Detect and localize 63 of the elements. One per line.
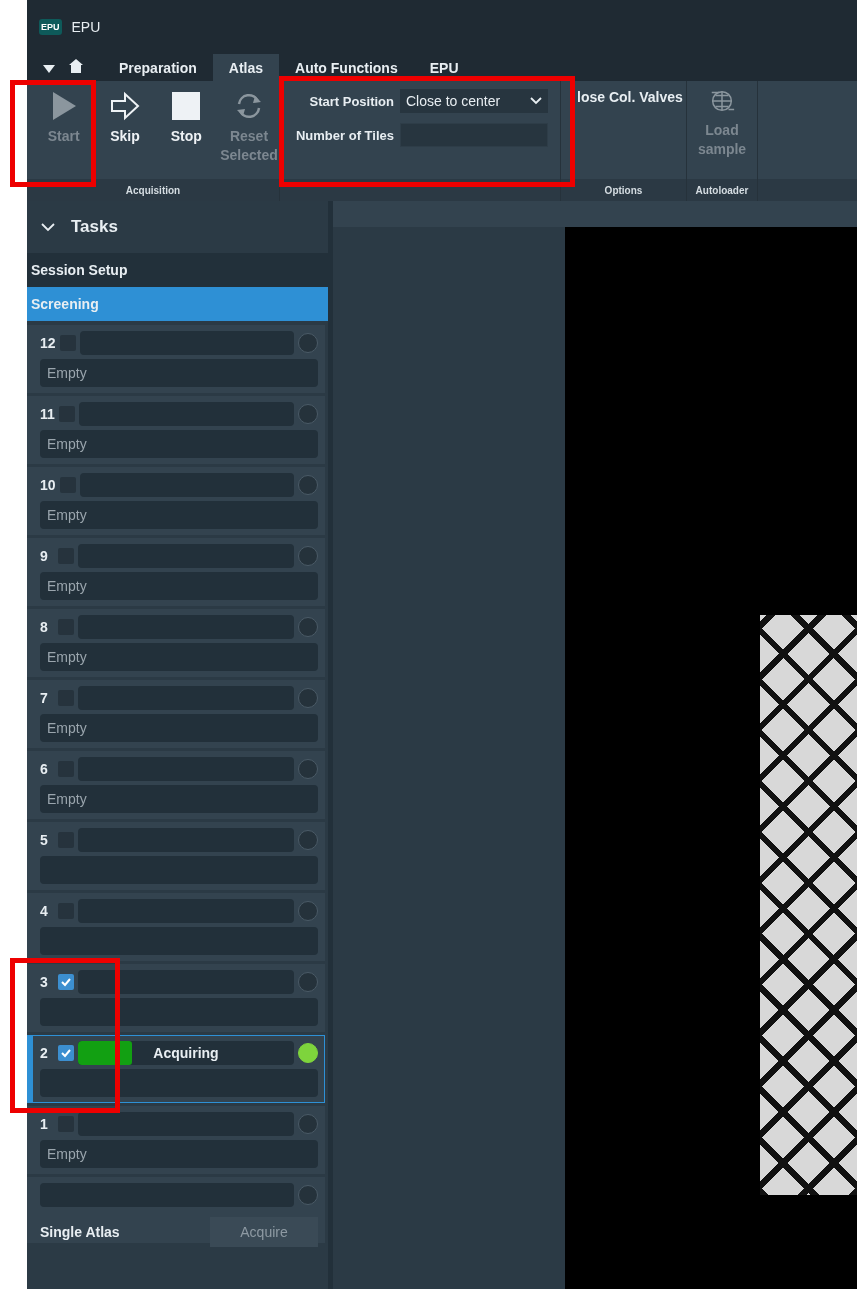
slot-name-field[interactable]: Empty [40, 430, 318, 458]
slot-name-field[interactable]: Empty [40, 572, 318, 600]
slot-checkbox[interactable] [58, 974, 74, 990]
grid-slot-card[interactable]: 1 Empty [27, 1106, 325, 1174]
slot-name-field[interactable]: Empty [40, 714, 318, 742]
slot-checkbox[interactable] [58, 1045, 74, 1061]
chevron-down-icon [41, 222, 55, 232]
grid-slot-card[interactable]: 7 Empty [27, 680, 325, 748]
slot-name-field[interactable] [40, 1069, 318, 1097]
field-label: Number of Tiles [296, 127, 394, 143]
right-arrow-icon [110, 91, 140, 121]
slot-number: 8 [40, 619, 49, 635]
app-logo: EPU [39, 19, 62, 35]
field-label: Start Position [309, 93, 394, 109]
slot-number: 1 [40, 1116, 49, 1132]
window-title: EPU [71, 19, 101, 35]
grid-slot-card[interactable]: 2 Acquiring [27, 1035, 325, 1103]
start-position-dropdown[interactable]: Close to center [400, 89, 548, 113]
slot-name-field[interactable] [40, 998, 318, 1026]
slot-number: 5 [40, 832, 49, 848]
grid-slot-card[interactable]: 6 Empty [27, 751, 325, 819]
grid-slot-card[interactable]: 10 Empty [27, 467, 325, 535]
dropdown-arrow-icon[interactable] [43, 65, 55, 73]
grid-slot-card[interactable]: 8 Empty [27, 609, 325, 677]
toolbar-button[interactable]: Skip [96, 89, 154, 148]
slot-name-field[interactable]: Empty [40, 501, 318, 529]
slot-number: 10 [40, 477, 56, 493]
tasks-title: Tasks [71, 217, 118, 237]
slot-number: 6 [40, 761, 49, 777]
valves-option-label[interactable]: lose Col. Valves [577, 89, 683, 105]
grid-slot-card[interactable]: 11 Empty [27, 396, 325, 464]
ribbon-tab[interactable]: Preparation [103, 54, 213, 81]
toolbar-button[interactable]: Stop [157, 89, 215, 148]
slot-number: 11 [40, 406, 55, 422]
slot-name-field[interactable]: Empty [40, 785, 318, 813]
stop-icon [171, 91, 202, 121]
chevron-down-icon [530, 97, 542, 105]
ribbon-tab[interactable]: Auto Functions [279, 54, 414, 81]
home-icon[interactable] [69, 59, 83, 73]
grid-slot-card[interactable]: 3 [27, 964, 325, 1032]
grid-slot-card[interactable]: 5 [27, 822, 325, 890]
group-label: Autoloader [687, 179, 757, 201]
slot-number: 12 [40, 335, 56, 351]
slot-name-field[interactable]: Empty [40, 643, 318, 671]
slot-number: 7 [40, 690, 49, 706]
play-icon [50, 91, 77, 121]
ribbon-tab[interactable]: Atlas [212, 54, 280, 81]
grid-slot-card[interactable]: 9 Empty [27, 538, 325, 606]
grid-slot-card[interactable]: 12 Empty [27, 325, 325, 393]
grid-slot-card[interactable]: 4 [27, 893, 325, 961]
slot-number: 3 [40, 974, 49, 990]
ribbon-tab[interactable]: EPU [413, 54, 475, 81]
tasks-header[interactable]: Tasks [27, 201, 328, 253]
slot-number: 4 [40, 903, 49, 919]
status-text: Acquiring [153, 1045, 219, 1061]
single-atlas-label: Single Atlas [40, 1224, 120, 1240]
slot-number: 2 [40, 1045, 49, 1061]
slot-number: 9 [40, 548, 49, 564]
group-label: Options [561, 179, 686, 201]
task-item[interactable]: Session Setup [27, 253, 328, 287]
group-label: Acquisition [27, 179, 279, 201]
slot-name-field[interactable]: Empty [40, 359, 318, 387]
slot-name-field[interactable]: Empty [40, 1140, 318, 1168]
